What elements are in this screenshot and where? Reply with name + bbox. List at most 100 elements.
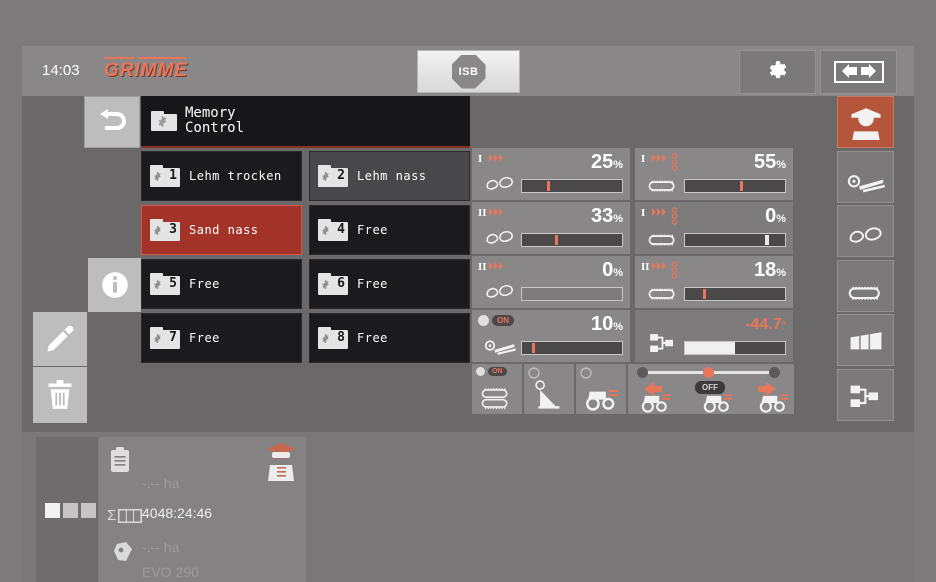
readout-web-speed-2[interactable]: II 33% [472,202,630,254]
memory-slot-1[interactable]: 1 Lehm trocken [141,151,302,201]
sidebar-item-web[interactable] [837,205,894,257]
readout-icon-group: ON [478,315,526,357]
page-title-line1: Memory [185,105,236,121]
readout-bar [684,233,786,247]
readout-unit: ° [781,320,786,332]
readout-unit: % [613,159,623,171]
flow-arrows-icon [652,208,666,216]
memory-slot-7[interactable]: 7 Free [141,313,302,363]
flow-arrows-icon [489,154,503,162]
readout-number: 25 [590,151,614,173]
memory-slot-4[interactable]: 4 Free [309,205,470,255]
sidebar-item-bunker[interactable] [837,314,894,366]
status-area-value: -.-- ha [142,475,180,491]
slider-handle[interactable] [703,367,714,378]
haulm-unit-button[interactable] [524,364,574,414]
folder-gear-icon: 5 [150,273,180,295]
readout-value: -44.7° [745,316,786,334]
delete-button[interactable] [33,367,87,423]
readout-sieve-belt-1[interactable]: I 55% [635,148,793,200]
back-button[interactable] [84,96,140,148]
slot-number: 7 [169,330,177,345]
readout-haulm-roller[interactable]: ON 10% [472,310,630,362]
haulm-unit-icon [535,380,560,409]
indicator-square [45,503,60,518]
slot-number: 8 [337,330,345,345]
memory-control-header: Memory Control [141,96,470,148]
sidebar-item-axle[interactable] [837,368,894,421]
readout-icon-group: I [641,207,689,249]
info-icon [101,272,128,298]
steering-button[interactable]: OFF [628,364,794,414]
sidebar-item-haulm[interactable] [837,150,894,203]
back-arrow-icon [100,109,126,130]
readout-value: 33% [591,205,623,228]
tractor-mid-icon [703,394,732,413]
readout-toggle[interactable]: ON [478,315,514,326]
sidebar-item-sieve[interactable] [837,259,894,312]
tractor-icon [586,389,618,411]
readout-unit: % [776,159,786,171]
readout-icon-group: I [641,153,689,195]
memory-slot-3[interactable]: 3 Sand nass [141,205,302,255]
sum-counter-icon [118,508,143,523]
edit-button[interactable] [33,312,87,366]
readout-bar-marker [532,343,535,353]
readout-icon-group [641,315,689,357]
slider-handle[interactable] [769,367,780,378]
slider-handle[interactable] [637,367,648,378]
sieve-belt-icon [648,180,675,192]
folder-gear-icon: 2 [318,165,348,187]
isb-button[interactable]: ISB [417,50,520,93]
isb-icon: ISB [451,54,486,89]
memory-slot-6[interactable]: 6 Free [309,259,470,309]
screen-swap-button[interactable] [820,50,897,94]
readout-number: 10 [590,313,614,335]
readout-bar-marker [547,181,550,191]
operator-icon [850,108,881,140]
folder-gear-icon: 8 [318,327,348,349]
memory-slot-label: Free [357,331,388,345]
folder-gear-icon: 6 [318,273,348,295]
readout-channel-number: II [641,261,650,273]
readout-channel-number: II [478,261,487,273]
gear-icon [154,280,161,289]
sieve-belt-icon [648,288,675,300]
sidebar-item-operator[interactable] [837,96,894,148]
readout-sieve-belt-2[interactable]: II 18% [635,256,793,308]
memory-slot-label: Free [189,331,220,345]
status-hours-value: 4048:24:46 [142,505,213,521]
direction-arrow-icon [644,382,662,396]
readout-sieve-angle-1[interactable]: I 0% [635,202,793,254]
sieve-gauge-icon [648,234,675,246]
clock: 14:03 [42,62,80,79]
readout-channel-number: I [641,207,646,219]
readout-unit: % [613,213,623,225]
memory-slot-5[interactable]: 5 Free [141,259,302,309]
sum-symbol: Σ [107,507,117,524]
haulm-roller-icon [484,340,516,355]
readout-web-speed-1[interactable]: I 25% [472,148,630,200]
sieve-web-button[interactable]: ON [472,364,522,414]
tractor-button[interactable] [576,364,626,414]
slot-number: 4 [337,222,345,237]
settings-button[interactable] [739,50,816,94]
readout-web-speed-3[interactable]: II 0% [472,256,630,308]
folder-gear-icon: 4 [318,219,348,241]
readout-number: -44.7 [745,316,782,333]
terminal-screen: 14:03 GRIMME ISB Memory Control 1 Lehm t… [0,0,936,582]
gear-icon [322,226,329,235]
swap-arrows-icon [833,61,884,83]
readout-bar [521,287,623,301]
status-operator-avatar [264,441,298,481]
quickbutton-content: ON [472,364,522,414]
status-hours-icon: Σ [107,507,143,524]
memory-slot-8[interactable]: 8 Free [309,313,470,363]
info-button[interactable] [88,258,141,312]
slot-number: 6 [337,276,345,291]
memory-slot-2[interactable]: 2 Lehm nass [309,151,470,201]
readout-bar [684,287,786,301]
status-info-panel: -.-- ha Σ 4048:24:46 -.-- ha EVO 290 [99,437,306,582]
readout-steering-angle[interactable]: -44.7° [635,310,793,362]
memory-slot-label: Sand nass [189,223,259,237]
